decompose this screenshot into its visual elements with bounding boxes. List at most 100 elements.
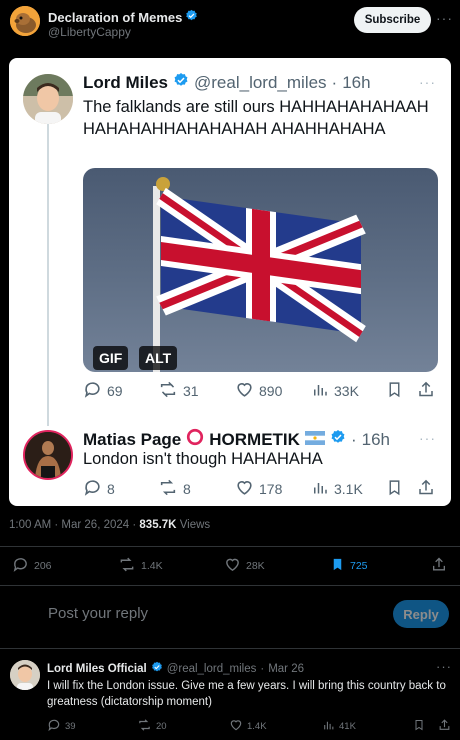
repost-icon[interactable] — [118, 556, 136, 576]
post-time-date[interactable]: 1:00 AM · Mar 26, 2024 · — [9, 519, 139, 531]
tweet-text: London isn't though HAHAHAHA — [83, 450, 323, 468]
views-button[interactable]: 41K — [322, 718, 356, 734]
views-count-label: 3.1K — [334, 481, 363, 497]
verified-badge-icon — [185, 9, 198, 25]
author-handle[interactable]: @LibertyCappy — [48, 25, 131, 39]
share-icon — [417, 380, 435, 402]
reply-icon — [83, 478, 102, 500]
like-icon — [235, 478, 254, 500]
embedded-screenshot: Lord Miles @real_lord_miles · 16h ··· Th… — [9, 58, 451, 506]
repost-button[interactable]: 20 — [137, 718, 167, 734]
share-button[interactable] — [431, 555, 447, 577]
reply-button[interactable]: Reply — [393, 600, 449, 628]
bookmark-icon — [386, 478, 403, 500]
reply-count: 69 — [83, 380, 123, 402]
bookmark-button[interactable]: 725 — [330, 555, 368, 577]
gif-badge: GIF — [93, 346, 129, 370]
reply-icon — [83, 380, 102, 402]
reply-icon[interactable] — [12, 556, 29, 576]
commenter-name[interactable]: Lord Miles Official — [47, 663, 147, 675]
views-icon — [311, 478, 329, 500]
tweet-actions: 69 31 890 33K — [83, 380, 438, 402]
like-count: 890 — [235, 380, 282, 402]
views-count: 33K — [311, 380, 359, 402]
like-icon[interactable] — [229, 718, 243, 735]
tweet-time: 16h — [342, 72, 371, 92]
reply-count-label: 8 — [107, 481, 115, 497]
reply-icon[interactable] — [47, 718, 61, 735]
repost-button[interactable]: 1.4K — [118, 555, 163, 577]
commenter-handle[interactable]: @real_lord_miles — [167, 663, 257, 675]
bookmark-button[interactable] — [413, 718, 425, 734]
like-button[interactable]: 1.4K — [229, 718, 267, 734]
post-actions: 206 1.4K 28K 725 — [0, 555, 460, 577]
divider — [0, 585, 460, 586]
repost-count-label: 20 — [156, 720, 167, 732]
author-avatar[interactable] — [10, 6, 40, 36]
bookmark-count-label: 725 — [350, 560, 368, 572]
views-count: 3.1K — [311, 478, 363, 500]
red-circle-icon — [186, 428, 204, 451]
reply-count-label: 39 — [65, 720, 76, 732]
like-count-label: 178 — [259, 481, 283, 497]
tweet-author-handle: @real_lord_miles — [194, 72, 327, 92]
commenter-avatar[interactable] — [10, 660, 40, 690]
share-icon[interactable] — [438, 718, 451, 735]
repost-icon — [158, 380, 178, 402]
repost-count: 31 — [158, 380, 199, 402]
views-icon[interactable] — [322, 718, 335, 735]
subscribe-button[interactable]: Subscribe — [354, 7, 431, 33]
tweet-author-name: Matias Page HORMETIK — [83, 428, 300, 451]
reply-count-label: 69 — [107, 383, 123, 399]
tweet-author-name-suffix: HORMETIK — [209, 429, 300, 449]
like-count: 178 — [235, 478, 282, 500]
separator-dot: · — [350, 429, 357, 449]
verified-badge-icon — [330, 429, 346, 450]
avatar — [23, 430, 73, 480]
comment-date[interactable]: Mar 26 — [268, 663, 304, 675]
reply-button[interactable]: 206 — [12, 555, 52, 577]
views-total: 835.7K — [139, 519, 177, 531]
bookmark-icon[interactable] — [330, 556, 345, 576]
post-header: Declaration of Memes @LibertyCappy Subsc… — [0, 0, 460, 48]
like-button[interactable]: 28K — [224, 555, 265, 577]
reply-input[interactable]: Post your reply — [48, 605, 148, 622]
repost-count-label: 1.4K — [141, 560, 163, 572]
comment-actions: 39 20 1.4K 41K — [0, 718, 460, 734]
repost-count-label: 8 — [183, 481, 191, 497]
author-name-text[interactable]: Declaration of Memes — [48, 10, 182, 25]
views-label: Views — [176, 519, 211, 531]
verified-badge-icon — [173, 72, 189, 93]
verified-badge-icon — [151, 661, 163, 676]
tweet-header: Matias Page HORMETIK · 16h — [83, 428, 390, 451]
tweet-actions: 8 8 178 3.1K — [83, 478, 438, 500]
like-count-label: 890 — [259, 383, 283, 399]
post-timestamp[interactable]: 1:00 AM · Mar 26, 2024 · 835.7K Views — [9, 519, 210, 531]
comment-text: I will fix the London issue. Give me a f… — [47, 680, 446, 708]
like-icon — [235, 380, 254, 402]
bookmark-icon — [386, 380, 403, 402]
like-count-label: 28K — [246, 560, 265, 572]
more-icon[interactable]: ··· — [436, 10, 453, 26]
tweet-author-name-text: Matias Page — [83, 429, 182, 449]
repost-icon[interactable] — [137, 718, 152, 735]
reply-button[interactable]: 39 — [47, 718, 76, 734]
thread-line — [47, 124, 49, 426]
separator-dot: · — [331, 72, 338, 92]
divider — [0, 546, 460, 547]
share-icon[interactable] — [431, 556, 447, 576]
tweet-text: The falklands are still ours HAHHAHAHAHA… — [83, 98, 429, 138]
like-icon[interactable] — [224, 556, 241, 576]
views-count-label: 33K — [334, 383, 359, 399]
reply-count-label: 206 — [34, 560, 52, 572]
repost-icon — [158, 478, 178, 500]
bookmark-icon[interactable] — [413, 718, 425, 735]
more-icon: ··· — [419, 430, 436, 446]
repost-count-label: 31 — [183, 383, 199, 399]
share-button[interactable] — [438, 718, 451, 734]
more-icon[interactable]: ··· — [436, 659, 452, 674]
author-name[interactable]: Declaration of Memes — [48, 9, 198, 25]
reply-count: 8 — [83, 478, 115, 500]
separator-dot: · — [260, 662, 265, 675]
like-count-label: 1.4K — [247, 720, 267, 732]
